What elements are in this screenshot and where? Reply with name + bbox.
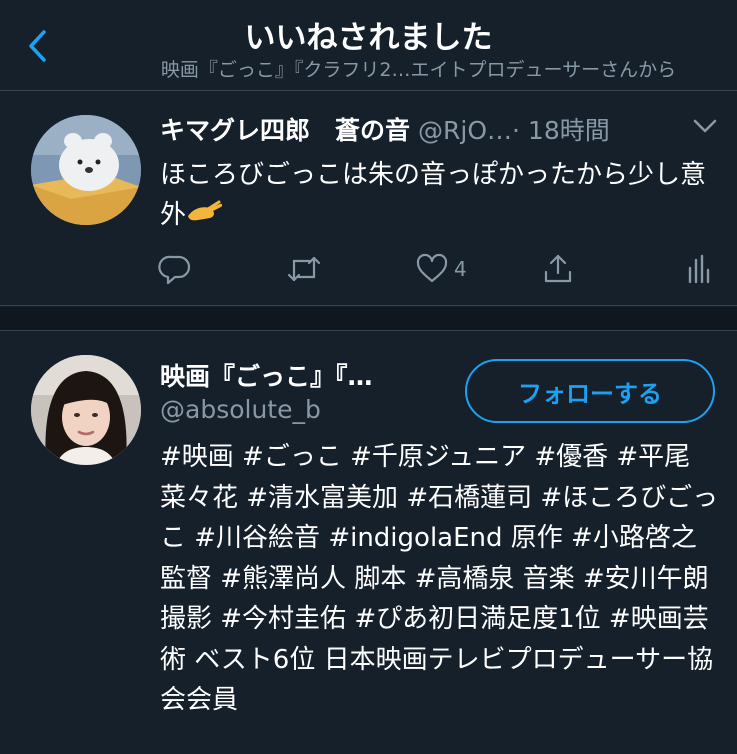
- tweet-text-content: ほころびごっこは朱の音っぽかったから少し意外: [160, 160, 707, 230]
- tweet-text: ほころびごっこは朱の音っぽかったから少し意外: [160, 155, 715, 236]
- pinching-hand-icon: [186, 196, 224, 236]
- reply-button[interactable]: [158, 252, 192, 292]
- share-button[interactable]: [541, 252, 575, 292]
- tweet-header: キマグレ四郎 蒼の音 @RjO…· 18時間: [160, 111, 720, 149]
- section-divider: [0, 307, 737, 331]
- user-cell[interactable]: 映画『ごっこ』『… @absolute_b フォローする #映画 #ごっこ #千…: [0, 332, 737, 754]
- avatar-image: [31, 115, 141, 225]
- share-icon: [544, 254, 572, 283]
- avatar[interactable]: [31, 115, 141, 225]
- user-avatar-image: [31, 355, 141, 465]
- tweet[interactable]: キマグレ四郎 蒼の音 @RjO…· 18時間 ほころびごっこは朱の音っぽかったから…: [0, 92, 737, 306]
- user-display-name[interactable]: 映画『ごっこ』『…: [160, 357, 450, 393]
- like-button[interactable]: [415, 252, 449, 292]
- tweet-author-name[interactable]: キマグレ四郎 蒼の音: [160, 116, 410, 145]
- retweet-button[interactable]: [285, 252, 323, 292]
- user-handle[interactable]: @absolute_b: [160, 395, 321, 424]
- chevron-down-icon: [693, 119, 717, 133]
- tweet-actions: 4: [0, 252, 737, 292]
- tweet-author-handle[interactable]: @RjO…: [418, 116, 512, 145]
- user-avatar[interactable]: [31, 355, 141, 465]
- header: いいねされました 映画『ごっこ』『クラフリ2…エイトプロデューサーさんから: [0, 0, 737, 91]
- tweet-menu-button[interactable]: [692, 118, 718, 134]
- reply-icon: [158, 255, 191, 285]
- page-subtitle: 映画『ごっこ』『クラフリ2…エイトプロデューサーさんから: [160, 59, 677, 81]
- like-count: 4: [454, 257, 467, 281]
- analytics-button[interactable]: [686, 252, 712, 292]
- analytics-icon: [688, 254, 710, 284]
- heart-icon: [416, 253, 448, 283]
- follow-button[interactable]: フォローする: [465, 359, 715, 423]
- retweet-icon: [287, 256, 321, 282]
- tweet-timestamp[interactable]: · 18時間: [512, 116, 610, 145]
- page-title: いいねされました: [244, 20, 493, 56]
- user-bio: #映画 #ごっこ #千原ジュニア #優香 #平尾菜々花 #清水富美加 #石橋蓮司…: [160, 442, 719, 715]
